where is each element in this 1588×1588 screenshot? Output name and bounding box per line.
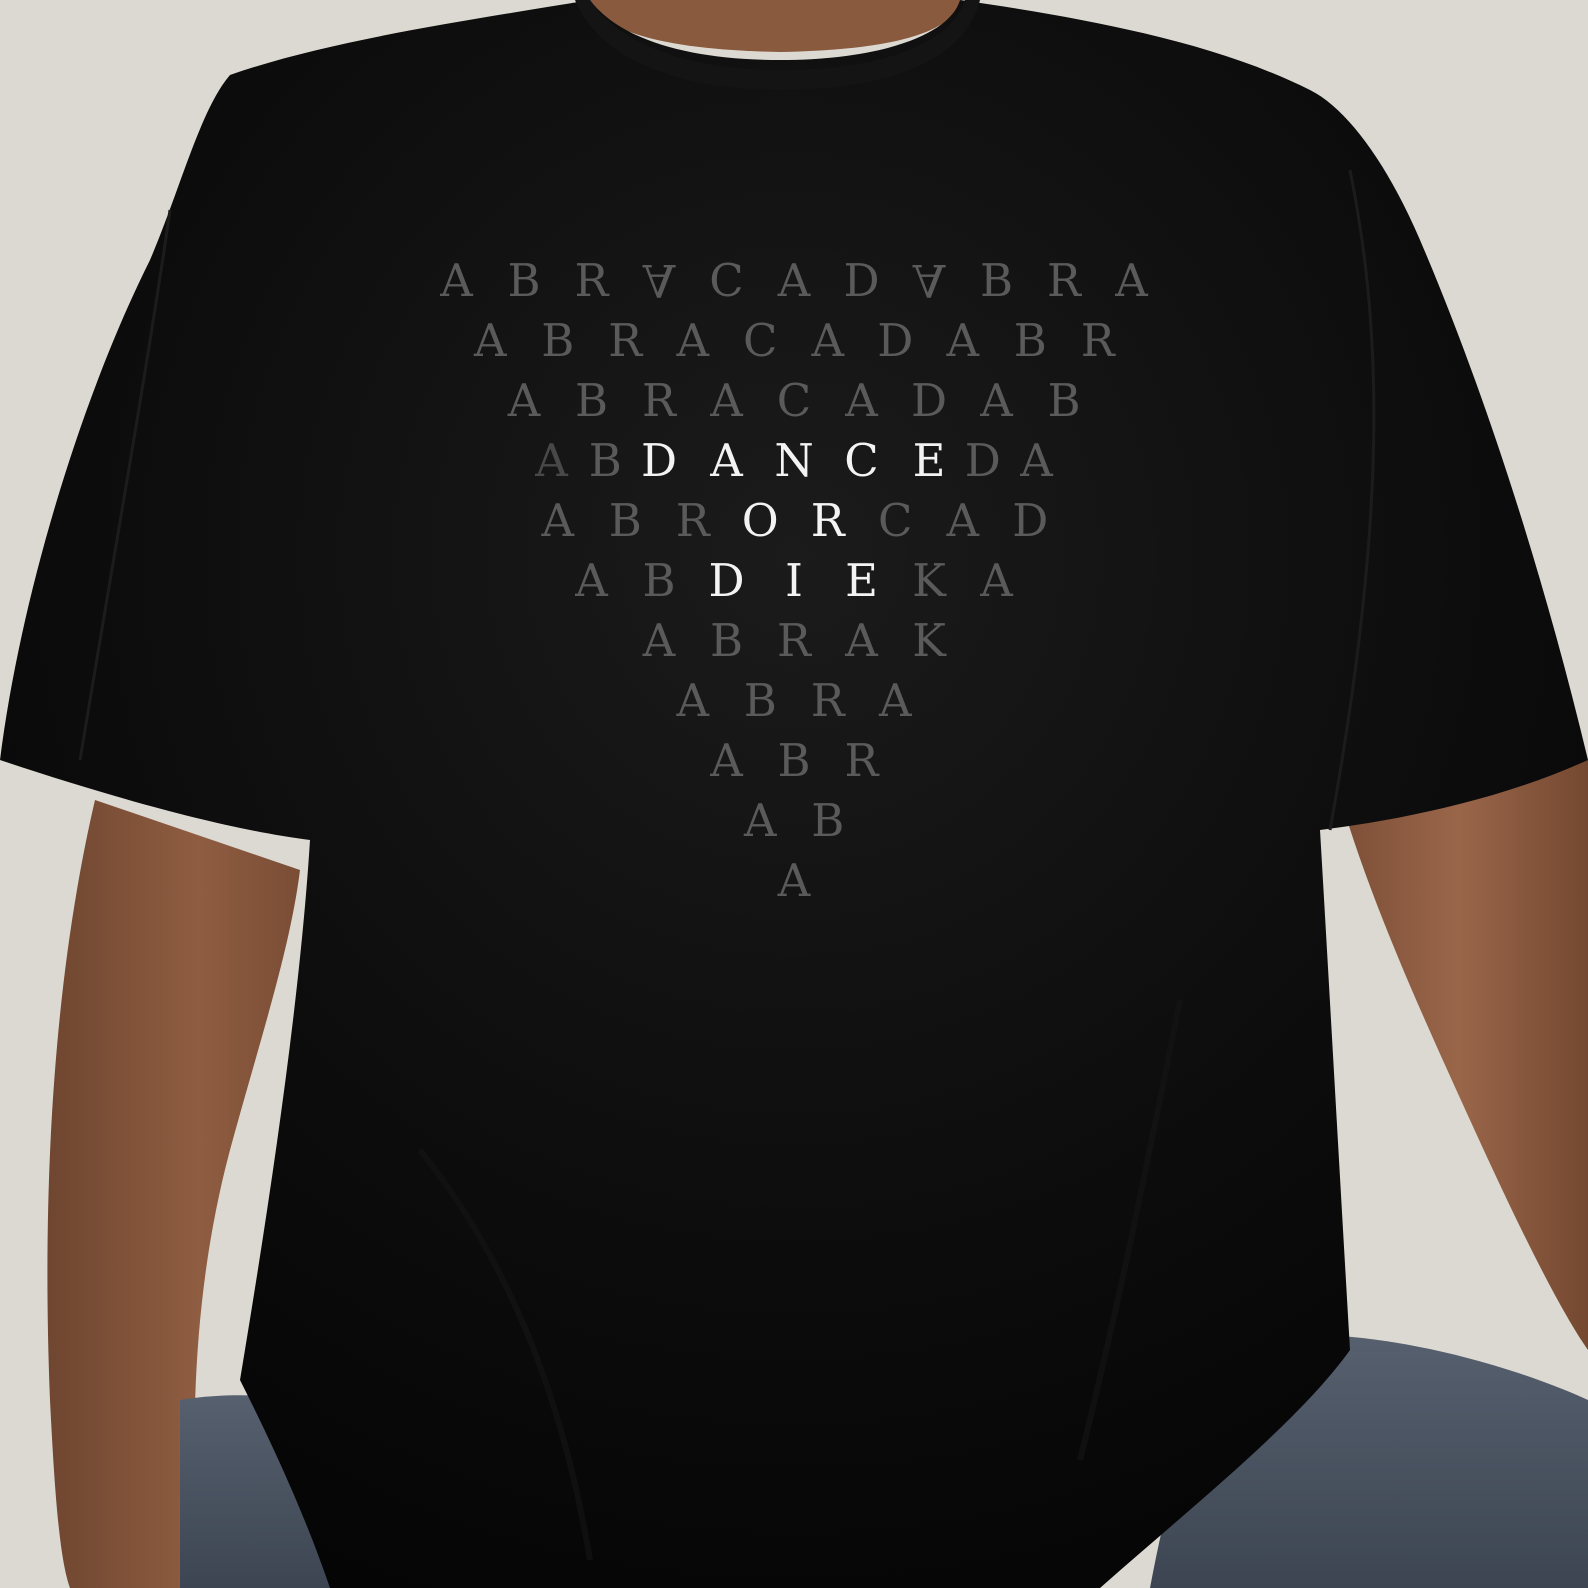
product-photo: A B R A C A D A B R A A B R A C A D A B … (0, 0, 1588, 1588)
right-arm (1330, 760, 1588, 1350)
tshirt-photo (0, 0, 1588, 1588)
tshirt (0, 0, 1588, 1588)
